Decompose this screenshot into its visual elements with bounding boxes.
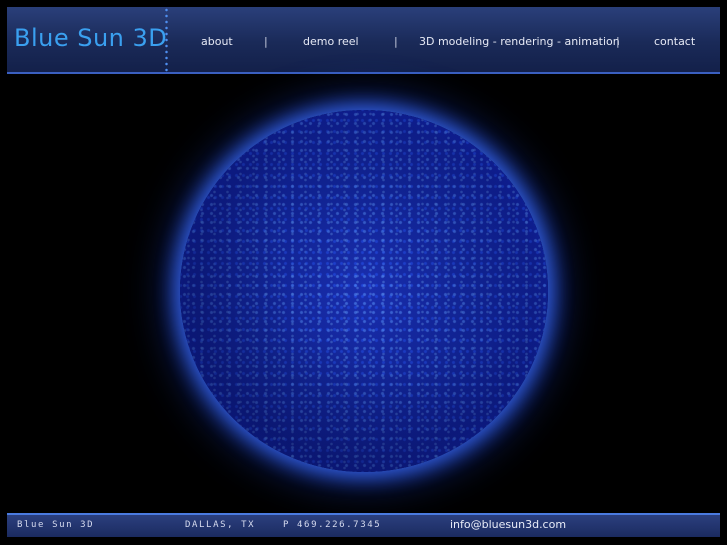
footer-email-link[interactable]: info@bluesun3d.com: [450, 518, 566, 531]
nav-item-contact[interactable]: contact: [654, 35, 695, 48]
nav-item-about[interactable]: about: [201, 35, 233, 48]
nav-separator: |: [394, 35, 398, 48]
nav-item-services[interactable]: 3D modeling - rendering - animation: [419, 35, 620, 48]
footer-bar: Blue Sun 3D DALLAS, TX P 469.226.7345 in…: [7, 513, 720, 537]
header-bar: Blue Sun 3D about | demo reel | 3D model…: [7, 7, 720, 74]
nav-separator: |: [264, 35, 268, 48]
nav-item-demo-reel[interactable]: demo reel: [303, 35, 359, 48]
footer-location: DALLAS, TX: [185, 520, 256, 530]
sun-shading: [180, 110, 548, 472]
main-nav: about | demo reel | 3D modeling - render…: [7, 35, 720, 55]
footer-phone: P 469.226.7345: [283, 520, 382, 530]
page-frame: Blue Sun 3D about | demo reel | 3D model…: [0, 0, 727, 545]
nav-separator: |: [616, 35, 620, 48]
footer-company: Blue Sun 3D: [17, 520, 95, 530]
